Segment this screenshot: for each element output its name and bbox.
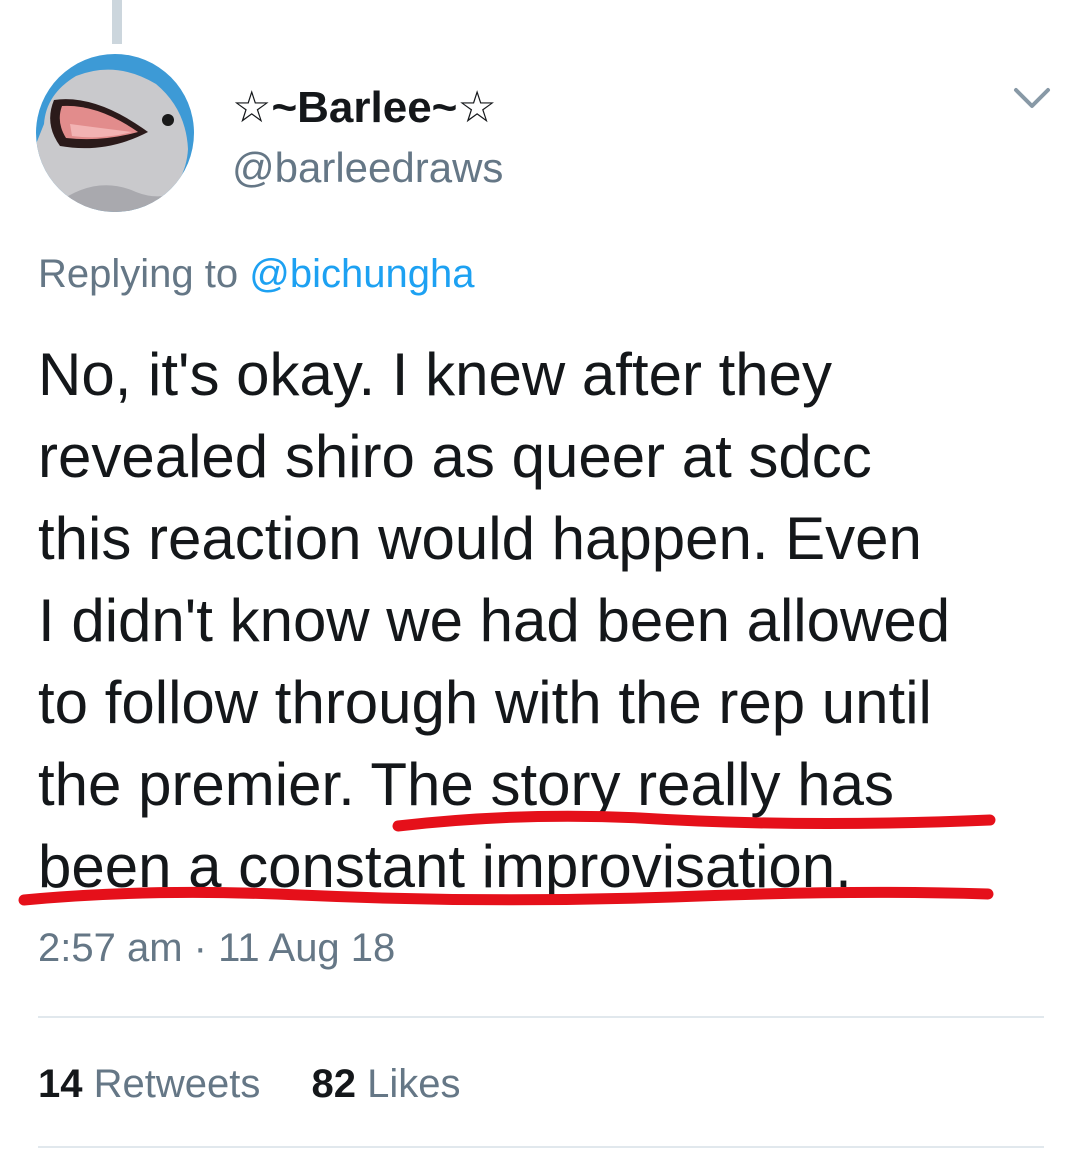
thread-connector-line xyxy=(112,0,122,44)
tweet-text-highlighted: been a constant improvisation. xyxy=(38,833,852,900)
retweets-count: 14 xyxy=(38,1062,83,1106)
chevron-down-icon xyxy=(1014,88,1050,108)
tweet-text-highlighted: The story really has xyxy=(370,751,894,818)
replying-to-prefix: Replying to xyxy=(38,252,250,296)
author-display-name[interactable]: ☆~Barlee~☆ xyxy=(232,82,497,133)
likes-label: Likes xyxy=(355,1062,461,1106)
tweet-text-line: the premier. The story really has xyxy=(38,744,1068,826)
tweet-text: No, it's okay. I knew after they reveale… xyxy=(38,334,1068,908)
tweet-text-line: this reaction would happen. Even xyxy=(38,505,922,572)
likes-stat[interactable]: 82 Likes xyxy=(311,1062,460,1106)
likes-count: 82 xyxy=(311,1062,356,1106)
divider xyxy=(38,1016,1044,1018)
tweet-text-line: I didn't know we had been allowed xyxy=(38,587,951,654)
divider xyxy=(38,1146,1044,1148)
retweets-label: Retweets xyxy=(82,1062,261,1106)
tweet-text-line: revealed shiro as queer at sdcc xyxy=(38,423,872,490)
retweets-stat[interactable]: 14 Retweets xyxy=(38,1062,260,1106)
tweet-text-line: to follow through with the rep until xyxy=(38,669,932,736)
author-handle[interactable]: @barleedraws xyxy=(232,144,503,192)
tweet-stats: 14 Retweets 82 Likes xyxy=(38,1062,500,1107)
tweet-text-plain: the premier. xyxy=(38,751,371,818)
dolphin-avatar-icon xyxy=(36,54,194,212)
tweet-text-line: No, it's okay. I knew after they xyxy=(38,341,833,408)
tweet-menu-button[interactable] xyxy=(1010,84,1054,114)
replying-to: Replying to @bichungha xyxy=(38,252,474,297)
reply-mention-link[interactable]: @bichungha xyxy=(249,252,474,296)
tweet-timestamp[interactable]: 2:57 am · 11 Aug 18 xyxy=(38,926,395,971)
avatar[interactable] xyxy=(36,54,194,212)
